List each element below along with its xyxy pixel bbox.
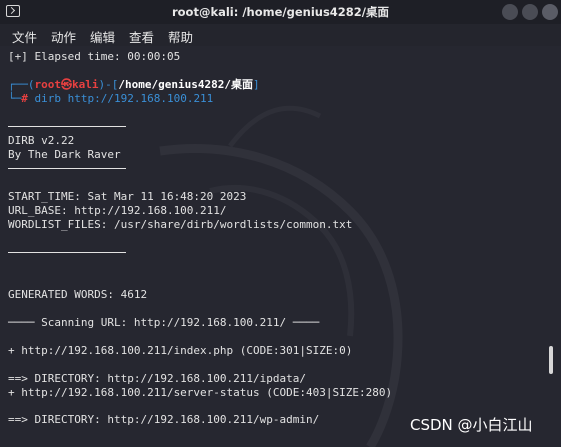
- menu-bar: 文件 动作 编辑 查看 帮助: [0, 24, 561, 46]
- prompt-close: ]: [252, 78, 260, 91]
- terminal-output[interactable]: [+] Elapsed time: 00:00:05 ┌──(root㉿kali…: [0, 46, 561, 447]
- prompt-hash: #: [21, 92, 28, 105]
- menu-edit[interactable]: 编辑: [90, 27, 115, 46]
- minimize-button[interactable]: [502, 4, 518, 20]
- menu-help[interactable]: 帮助: [168, 27, 193, 46]
- url-base-line: URL_BASE: http://192.168.100.211/: [8, 204, 227, 217]
- directory-line: ==> DIRECTORY: http://192.168.100.211/wp…: [8, 413, 320, 426]
- prompt-command: dirb http://192.168.100.211: [27, 92, 214, 105]
- prompt-box-open: ┌──(: [8, 78, 35, 91]
- title-bar: root@kali: /home/genius4282/桌面: [0, 0, 561, 24]
- csdn-watermark: CSDN @小白江山: [410, 416, 533, 434]
- wordlist-line: WORDLIST_FILES: /usr/share/dirb/wordlist…: [8, 218, 353, 231]
- window-title: root@kali: /home/genius4282/桌面: [171, 5, 390, 19]
- maximize-button[interactable]: [522, 4, 538, 20]
- prompt-path: /home/genius4282/桌面: [118, 78, 253, 91]
- elapsed-time-line: [+] Elapsed time: 00:00:05: [8, 50, 181, 63]
- scanning-line: ──── Scanning URL: http://192.168.100.21…: [8, 316, 320, 329]
- menu-action[interactable]: 动作: [51, 27, 76, 46]
- start-time-line: START_TIME: Sat Mar 11 16:48:20 2023: [8, 190, 247, 203]
- prompt-mid: )-[: [98, 78, 119, 91]
- dirb-author: By The Dark Raver: [8, 148, 121, 161]
- generated-words-line: GENERATED WORDS: 4612: [8, 288, 148, 301]
- scrollbar-thumb[interactable]: [549, 346, 553, 374]
- separator-rule: [8, 252, 126, 253]
- prompt-line-2: └─# dirb http://192.168.100.211: [8, 92, 213, 106]
- menu-file[interactable]: 文件: [12, 27, 37, 46]
- dirb-version: DIRB v2.22: [8, 134, 75, 147]
- menu-view[interactable]: 查看: [129, 27, 154, 46]
- prompt-user: root㉿kali: [34, 78, 99, 91]
- result-line: + http://192.168.100.211/index.php (CODE…: [8, 344, 353, 357]
- separator-rule: [8, 168, 126, 169]
- prompt-line-1: ┌──(root㉿kali)-[/home/genius4282/桌面]: [8, 78, 260, 92]
- terminal-window: root@kali: /home/genius4282/桌面 文件 动作 编辑 …: [0, 0, 561, 447]
- directory-line: ==> DIRECTORY: http://192.168.100.211/ip…: [8, 372, 307, 385]
- close-button[interactable]: [542, 4, 558, 20]
- prompt-hash-prefix: └─: [8, 92, 22, 105]
- result-line: + http://192.168.100.211/server-status (…: [8, 386, 393, 399]
- separator-rule: [8, 126, 126, 127]
